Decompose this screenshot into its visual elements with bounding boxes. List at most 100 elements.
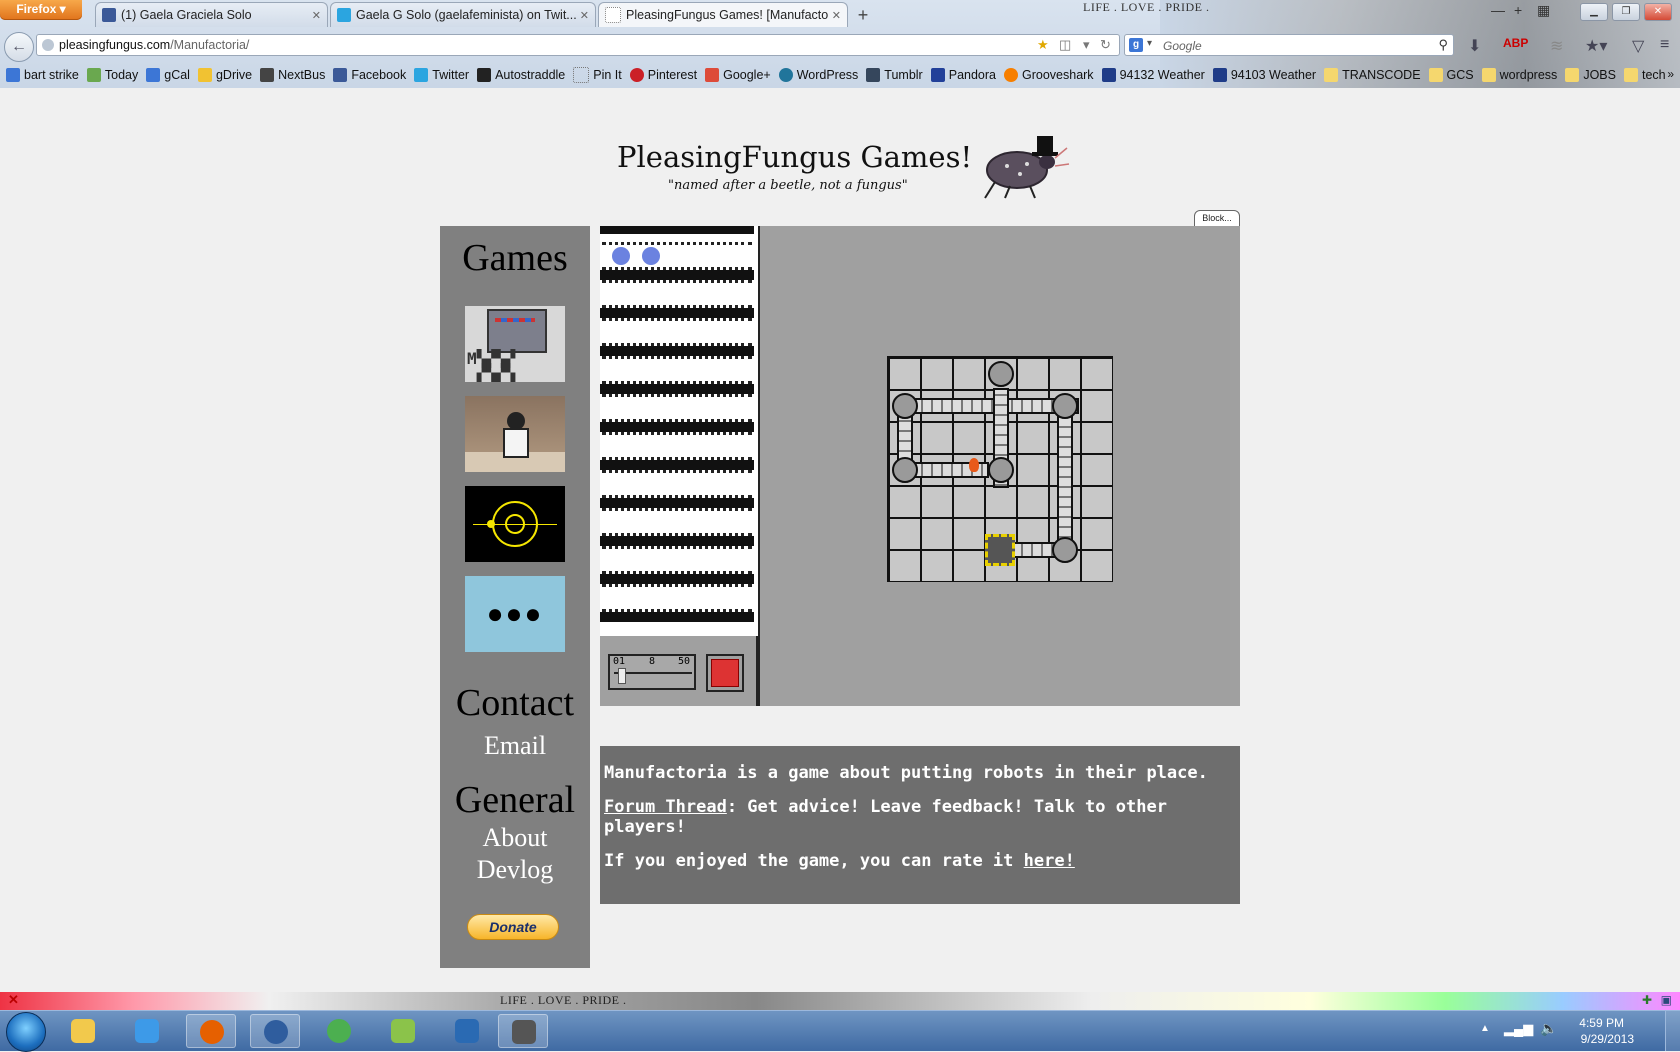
tab-minimize-icon[interactable]: — <box>1491 2 1505 18</box>
bookmarks-menu-icon[interactable]: ★▾ <box>1585 36 1607 56</box>
tab-add-icon[interactable]: + <box>1514 2 1522 18</box>
grid-cell[interactable] <box>953 486 985 518</box>
menu-icon[interactable]: ≡ <box>1660 36 1669 54</box>
back-button[interactable]: ← <box>4 32 34 62</box>
new-tab-button[interactable]: + <box>850 4 876 26</box>
bookmark-gcal[interactable]: gCal <box>146 68 190 82</box>
speed-slider[interactable]: 01 8 50 <box>608 654 696 690</box>
grid-cell[interactable] <box>1081 422 1113 454</box>
about-link[interactable]: About <box>440 823 590 853</box>
url-bar[interactable]: pleasingfungus.com/Manufactoria/ ★ ◫ ▾ ↻ <box>36 34 1120 56</box>
close-addon-bar-icon[interactable]: ✕ <box>8 992 19 1008</box>
grid-cell[interactable] <box>889 518 921 550</box>
grid-cell[interactable] <box>921 422 953 454</box>
grid-cell[interactable] <box>889 550 921 582</box>
donate-button[interactable]: Donate <box>467 914 559 940</box>
tab-groups-icon[interactable]: ▦ <box>1537 2 1550 19</box>
bookmark-pinterest[interactable]: Pinterest <box>629 68 697 82</box>
grid-cell[interactable] <box>1081 486 1113 518</box>
pocket-menu-icon[interactable]: ▽ <box>1632 36 1644 56</box>
bookmark-weather-94103[interactable]: 94103 Weather <box>1212 68 1316 82</box>
flame-icon[interactable] <box>969 458 979 472</box>
grid-cell[interactable] <box>1081 518 1113 550</box>
taskbar-firefox[interactable] <box>186 1014 236 1048</box>
taskbar-explorer[interactable] <box>58 1014 108 1048</box>
restore-button[interactable]: ❐ <box>1612 3 1640 21</box>
network-icon[interactable]: ▂▄▆ <box>1504 1021 1533 1037</box>
grid-cell[interactable] <box>921 358 953 390</box>
grid-cell[interactable] <box>1017 422 1049 454</box>
dropdown-icon[interactable]: ▾ <box>1083 37 1090 53</box>
show-hidden-icons-icon[interactable]: ▲ <box>1480 1023 1490 1034</box>
chevron-right-icon[interactable]: » <box>1667 67 1674 81</box>
show-desktop-button[interactable] <box>1665 1011 1680 1051</box>
bookmark-today[interactable]: Today <box>86 68 138 82</box>
bookmark-google-plus[interactable]: Google+ <box>705 68 771 82</box>
pocket-icon[interactable]: ◫ <box>1059 37 1071 53</box>
start-button[interactable] <box>6 1012 46 1052</box>
minimize-button[interactable]: ▁ <box>1580 3 1608 21</box>
rate-here-link[interactable]: here! <box>1024 851 1075 871</box>
firefox-menu-button[interactable]: Firefox ▾ <box>0 0 82 20</box>
grid-cell[interactable] <box>921 550 953 582</box>
google-icon[interactable]: g <box>1129 38 1143 52</box>
bookmark-tumblr[interactable]: Tumblr <box>866 68 923 82</box>
taskbar-dropbox[interactable] <box>122 1014 172 1048</box>
bookmark-twitter[interactable]: Twitter <box>414 68 469 82</box>
grid-cell[interactable] <box>953 518 985 550</box>
branch-node[interactable] <box>1052 393 1078 419</box>
bookmark-gdrive[interactable]: gDrive <box>197 68 252 82</box>
orbit-thumbnail[interactable] <box>465 486 565 562</box>
bookmark-facebook[interactable]: Facebook <box>333 68 406 82</box>
man-character-thumbnail[interactable] <box>465 396 565 472</box>
close-tab-icon[interactable]: ✕ <box>580 9 589 22</box>
taskbar-powershell[interactable] <box>442 1014 492 1048</box>
tab-twitter[interactable]: Gaela G Solo (gaelafeminista) on Twit...… <box>330 2 596 27</box>
grid-cell[interactable] <box>1017 454 1049 486</box>
addon-icon[interactable]: ✚ <box>1642 993 1652 1007</box>
grid-cell[interactable] <box>1017 486 1049 518</box>
clock-time[interactable]: 4:59 PM <box>1579 1016 1624 1030</box>
factory-grid[interactable] <box>887 356 1113 582</box>
grid-cell[interactable] <box>1081 358 1113 390</box>
bookmark-folder-jobs[interactable]: JOBS <box>1565 68 1616 82</box>
tab-manufactoria[interactable]: PleasingFungus Games! [Manufactoria] ✕ <box>598 2 848 27</box>
clock-date[interactable]: 9/29/2013 <box>1581 1032 1634 1046</box>
bookmark-folder-tech[interactable]: tech <box>1623 68 1666 82</box>
grid-cell[interactable] <box>1081 454 1113 486</box>
taskbar-chrome[interactable] <box>314 1014 364 1048</box>
search-bar[interactable]: g ▾ Google ⚲ <box>1124 34 1454 56</box>
taskbar-sublime[interactable] <box>498 1014 548 1048</box>
bookmark-pandora[interactable]: Pandora <box>930 68 996 82</box>
bookmark-bart-strike[interactable]: bart strike <box>6 68 79 82</box>
manufactoria-thumbnail[interactable]: M▚▞▚▞ ▞▚▞▚ <box>465 306 565 382</box>
grid-cell[interactable] <box>953 550 985 582</box>
tab-facebook[interactable]: (1) Gaela Graciela Solo ✕ <box>95 2 328 27</box>
grid-cell[interactable] <box>1049 358 1081 390</box>
close-tab-icon[interactable]: ✕ <box>312 9 321 22</box>
manufactoria-game[interactable]: 01 8 50 <box>600 226 1240 706</box>
grid-cell[interactable] <box>921 518 953 550</box>
download-icon[interactable]: ⬇ <box>1468 36 1481 56</box>
bookmark-autostraddle[interactable]: Autostraddle <box>477 68 565 82</box>
bookmark-pin-it[interactable]: Pin It <box>573 67 622 83</box>
slider-thumb[interactable] <box>618 668 626 684</box>
rss-icon[interactable]: ≋ <box>1550 36 1563 56</box>
addon-icon[interactable]: ▣ <box>1661 993 1672 1007</box>
grid-cell[interactable] <box>953 358 985 390</box>
bookmark-wordpress[interactable]: WordPress <box>778 68 858 82</box>
bookmark-weather-94132[interactable]: 94132 Weather <box>1101 68 1205 82</box>
email-link[interactable]: Email <box>440 731 590 761</box>
volume-icon[interactable]: 🔈 <box>1540 1020 1557 1037</box>
bookmark-nextbus[interactable]: NextBus <box>260 68 325 82</box>
stop-button[interactable] <box>706 654 744 692</box>
engine-dropdown-icon[interactable]: ▾ <box>1147 38 1152 49</box>
branch-node[interactable] <box>892 393 918 419</box>
search-input[interactable]: Google <box>1163 39 1202 53</box>
bookmark-star-icon[interactable]: ★ <box>1037 37 1049 53</box>
branch-node[interactable] <box>988 457 1014 483</box>
close-tab-icon[interactable]: ✕ <box>832 9 841 22</box>
grid-cell[interactable] <box>1081 550 1113 582</box>
bookmark-folder-gcs[interactable]: GCS <box>1428 68 1474 82</box>
taskbar-thunderbird[interactable] <box>250 1014 300 1048</box>
